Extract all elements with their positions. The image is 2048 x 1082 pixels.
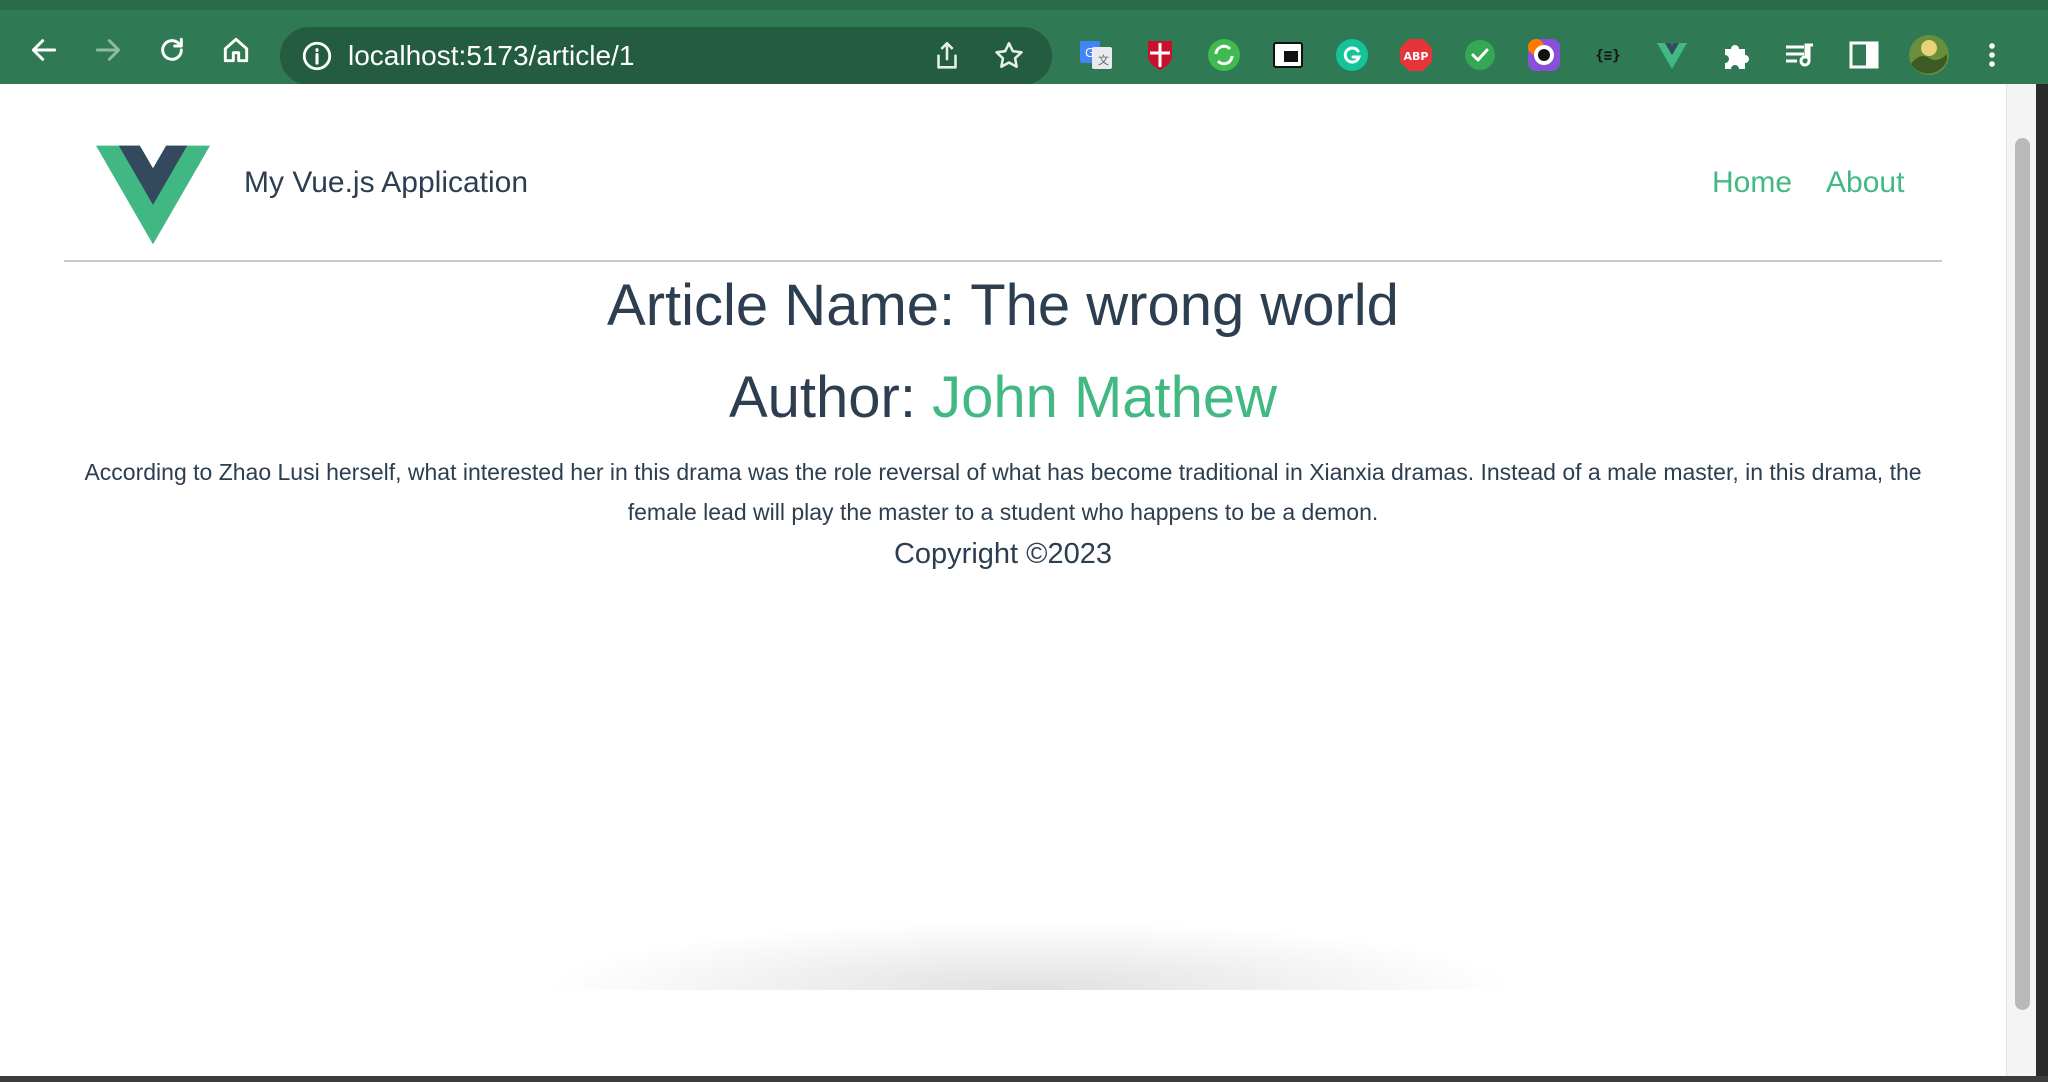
reload-button[interactable] xyxy=(150,28,194,72)
media-queue-icon xyxy=(1786,43,1813,67)
svg-text:文: 文 xyxy=(1098,53,1109,67)
app-header: My Vue.js Application Home About xyxy=(64,140,1942,262)
browser-toolbar: localhost:5173/article/1 G文 ABP {≡} xyxy=(0,0,2048,85)
vue-devtools-icon xyxy=(1657,43,1687,69)
more-menu-icon xyxy=(1989,43,1995,67)
scrollbar-thumb[interactable] xyxy=(2015,138,2030,1010)
home-icon xyxy=(223,37,249,63)
app-title: My Vue.js Application xyxy=(244,166,529,199)
share-icon[interactable] xyxy=(930,39,964,73)
extensions-puzzle-icon xyxy=(1725,45,1749,69)
side-panel-icon xyxy=(1849,41,1879,69)
side-panel-button[interactable] xyxy=(1846,37,1882,73)
star-icon[interactable] xyxy=(992,39,1026,73)
adblock-label: ABP xyxy=(1404,50,1429,63)
shield-crest-icon xyxy=(1148,41,1172,70)
reload-icon xyxy=(161,37,183,61)
info-icon[interactable] xyxy=(300,39,334,73)
grammarly-icon xyxy=(1336,39,1368,71)
json-viewer-label: {≡} xyxy=(1595,48,1620,64)
profile-avatar xyxy=(1909,35,1949,75)
url-text[interactable]: localhost:5173/article/1 xyxy=(348,27,634,85)
shield-crest-extension[interactable] xyxy=(1142,37,1178,73)
vertical-scrollbar[interactable] xyxy=(2006,84,2036,1078)
checkmark-icon xyxy=(1465,40,1495,70)
vue-logo xyxy=(96,145,210,245)
more-menu-button[interactable] xyxy=(1974,37,2010,73)
adblock-icon: ABP xyxy=(1400,39,1432,71)
nav-about-link[interactable]: About xyxy=(1826,166,1904,200)
lens-extension[interactable] xyxy=(1526,37,1562,73)
author-name-link[interactable]: John Mathew xyxy=(932,365,1277,430)
article-title: Article Name: The wrong world xyxy=(607,273,1399,338)
window-bottom-edge xyxy=(0,1076,2048,1082)
lens-icon xyxy=(1528,39,1560,71)
picture-in-picture-extension[interactable] xyxy=(1270,37,1306,73)
forward-icon xyxy=(95,39,121,61)
back-icon xyxy=(31,39,57,61)
profile-button[interactable] xyxy=(1908,34,1950,76)
address-bar[interactable]: localhost:5173/article/1 xyxy=(280,27,1052,85)
grammarly-extension[interactable] xyxy=(1334,37,1370,73)
footer-copyright: Copyright ©2023 xyxy=(893,538,1113,570)
home-button[interactable] xyxy=(214,28,258,72)
adblock-extension[interactable]: ABP xyxy=(1398,37,1434,73)
back-button[interactable] xyxy=(22,28,66,72)
author-label: Author: xyxy=(728,365,933,430)
bottom-shadow xyxy=(540,920,1520,990)
media-queue-button[interactable] xyxy=(1782,37,1818,73)
svg-text:G: G xyxy=(1085,46,1094,60)
picture-in-picture-icon xyxy=(1273,42,1303,68)
extensions-button[interactable] xyxy=(1718,37,1754,73)
sync-icon xyxy=(1208,39,1240,71)
json-viewer-icon: {≡} xyxy=(1595,48,1620,64)
nav-home-link[interactable]: Home xyxy=(1712,166,1792,200)
google-translate-extension[interactable]: G文 xyxy=(1078,37,1114,73)
article-body: According to Zhao Lusi herself, what int… xyxy=(84,459,1922,525)
window-edge xyxy=(2036,84,2048,1082)
sync-extension[interactable] xyxy=(1206,37,1242,73)
google-translate-icon: G文 xyxy=(1080,41,1112,69)
checkmark-extension[interactable] xyxy=(1462,37,1498,73)
json-viewer-extension[interactable]: {≡} xyxy=(1590,37,1626,73)
article-author: Author: John Mathew xyxy=(0,364,2006,431)
vue-devtools-extension[interactable] xyxy=(1654,37,1690,73)
forward-button[interactable] xyxy=(86,28,130,72)
